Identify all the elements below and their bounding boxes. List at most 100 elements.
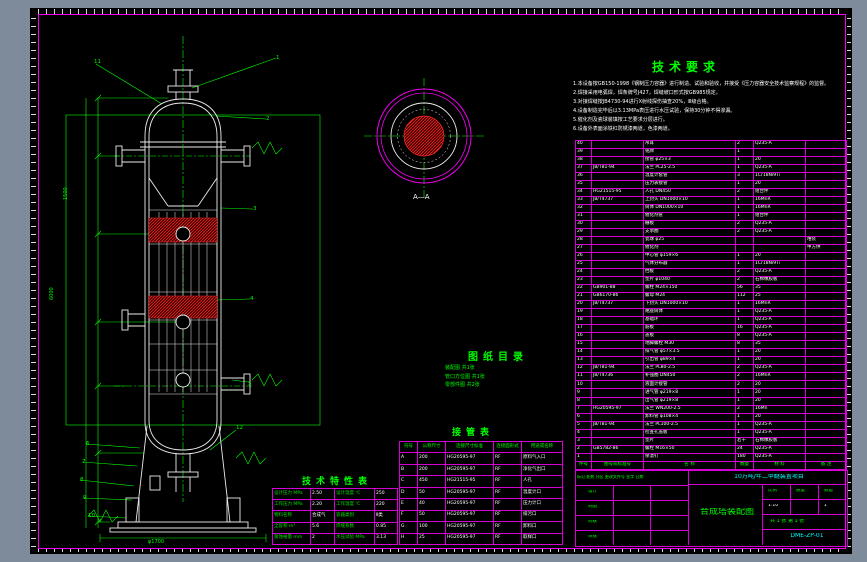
- ruler-ticks-right: [847, 15, 851, 547]
- table-row: D 50 HG20595-97 RF 温度计口: [399, 486, 563, 500]
- table-cell: [591, 260, 644, 270]
- table-row: 23 垫片 φ1040 2 石棉橡胶板: [575, 276, 847, 286]
- table-cell: 法兰 PL100-2.5: [643, 420, 736, 430]
- table-cell: [805, 276, 847, 286]
- table-row: 全容积 m³ 5.6 焊缝系数 0.85: [272, 521, 398, 534]
- table-cell: 2: [735, 380, 754, 390]
- table-cell: HG21515-95: [445, 475, 494, 488]
- callout-balloon: 12: [236, 425, 243, 431]
- table-cell: RF: [493, 509, 522, 523]
- table-cell: A: [399, 452, 418, 465]
- table-cell: 出气管 φ219×8: [643, 396, 736, 406]
- table-cell: 40: [417, 498, 446, 511]
- table-cell: 进气管 φ219×8: [643, 388, 736, 398]
- table-cell: HG20595-97: [445, 486, 494, 500]
- table-cell: [805, 172, 847, 182]
- table-cell: JB/T81-94: [591, 364, 644, 374]
- table-row: 2 GB5782-86 螺栓 M16×50 24 Q235-A: [575, 444, 847, 454]
- table-cell: 1: [735, 348, 754, 358]
- text-line: 装配图 共1张: [445, 365, 475, 371]
- table-row: 33 JB/T4737 上封头 DN1000×10 1 16MnR: [575, 196, 847, 206]
- table-cell: [805, 452, 847, 462]
- project-name: 10万吨/年二甲醚装置项目: [734, 474, 804, 480]
- table-cell: 排污口: [521, 509, 563, 523]
- table-cell: 20: [753, 356, 806, 366]
- table-cell: 全容积 m³: [272, 521, 311, 534]
- table-row: 30 栅板 2 Q235-A: [575, 220, 847, 230]
- table-cell: 瓷球 φ25: [643, 236, 736, 246]
- callout-balloon: 3: [253, 206, 257, 212]
- table-cell: [805, 396, 847, 406]
- table-cell: Q235-A: [753, 139, 806, 150]
- table-cell: 7: [575, 404, 592, 414]
- table-row: 28 瓷球 φ25 堆装: [575, 236, 847, 246]
- table-cell: 8: [735, 332, 754, 342]
- table-cell: 堆装: [805, 236, 847, 246]
- table-row: 15 地脚螺栓 M30 8 35: [575, 340, 847, 350]
- table-cell: 37: [575, 164, 592, 174]
- table-cell: G: [399, 521, 418, 534]
- table-cell: [591, 412, 644, 422]
- table-cell: RF: [493, 532, 522, 545]
- table-row: F 50 HG20595-97 RF 排污口: [399, 509, 563, 523]
- table-cell: JB/T4737: [591, 300, 644, 310]
- table-cell: [805, 284, 847, 294]
- table-cell: 筒体 DN1000×10: [643, 204, 736, 214]
- table-cell: 焊缝系数: [334, 521, 375, 534]
- table-cell: 中心管 φ159×6: [643, 252, 736, 262]
- table-row: 设计压力 MPa 2.50 设计温度 ℃ 250: [272, 487, 398, 501]
- table-cell: Q235-A: [753, 268, 806, 278]
- table-row: 工作压力 MPa 2.20 工作温度 ℃ 220: [272, 499, 398, 512]
- table-cell: 13: [575, 356, 592, 366]
- table-cell: [591, 172, 644, 182]
- table-cell: 1: [735, 156, 754, 166]
- table-cell: 温度计套管: [643, 172, 736, 182]
- table-cell: 20: [753, 380, 806, 390]
- table-cell: 催化剂筐: [643, 212, 736, 222]
- table-cell: 1: [735, 316, 754, 326]
- table-cell: 盖板: [643, 332, 736, 342]
- table-cell: [591, 356, 644, 366]
- table-cell: 1: [735, 300, 754, 310]
- table-cell: 1: [735, 252, 754, 262]
- table-cell: [591, 308, 644, 318]
- table-cell: [591, 204, 644, 214]
- table-cell: 3: [575, 436, 592, 446]
- drafter-label: 制图: [588, 505, 597, 509]
- table-row: 31 催化剂筐 1 组合件: [575, 212, 847, 222]
- callout-balloon: 5: [248, 381, 252, 387]
- table-cell: F: [399, 509, 418, 523]
- text-line: 6.设备外表面涂铁红防锈漆两道，色漆两道。: [573, 126, 673, 132]
- table-row: 21 GB6170-86 螺母 M24 112 25: [575, 292, 847, 302]
- table-cell: GB901-88: [591, 284, 644, 294]
- table-cell: 29: [575, 228, 592, 238]
- table-cell: D: [399, 486, 418, 500]
- table-row: 符号 公称尺寸 连接尺寸标准 连接面形式 用途或名称: [399, 440, 563, 454]
- table-row: 27 催化剂 甲方供: [575, 244, 847, 254]
- table-cell: Q235-A: [753, 444, 806, 454]
- table-cell: E: [399, 498, 418, 511]
- table-cell: 水压试验 MPa: [334, 532, 375, 546]
- table-cell: 56: [735, 284, 754, 294]
- table-cell: 20: [753, 396, 806, 406]
- table-cell: 螺柱 M24×150: [643, 284, 736, 294]
- table-cell: 1: [735, 420, 754, 430]
- table-cell: 18: [575, 316, 592, 326]
- table-cell: 200: [417, 452, 446, 465]
- table-cell: 16: [735, 324, 754, 334]
- table-row: 件号 图号或标准号名 称数量材 料备 注: [575, 460, 847, 471]
- table-cell: 组合件: [753, 188, 806, 198]
- table-cell: 16Mn: [753, 404, 806, 414]
- table-cell: [805, 156, 847, 166]
- table-cell: 23: [575, 276, 592, 286]
- table-cell: RF: [493, 452, 522, 465]
- table-cell: [753, 244, 806, 254]
- qty-label: 数量: [824, 489, 833, 493]
- callout-balloon: 2: [266, 116, 270, 122]
- table-cell: 25: [417, 532, 446, 545]
- table-cell: 补强圈 DN450: [643, 372, 736, 382]
- table-cell: 栅板: [643, 220, 736, 230]
- table-cell: 用途或名称: [521, 440, 563, 454]
- table-row: 25 气体分布器 1 1Cr18Ni9Ti: [575, 260, 847, 270]
- cad-sheet: { "tech_requirements": { "title": "技术要求"…: [0, 0, 867, 562]
